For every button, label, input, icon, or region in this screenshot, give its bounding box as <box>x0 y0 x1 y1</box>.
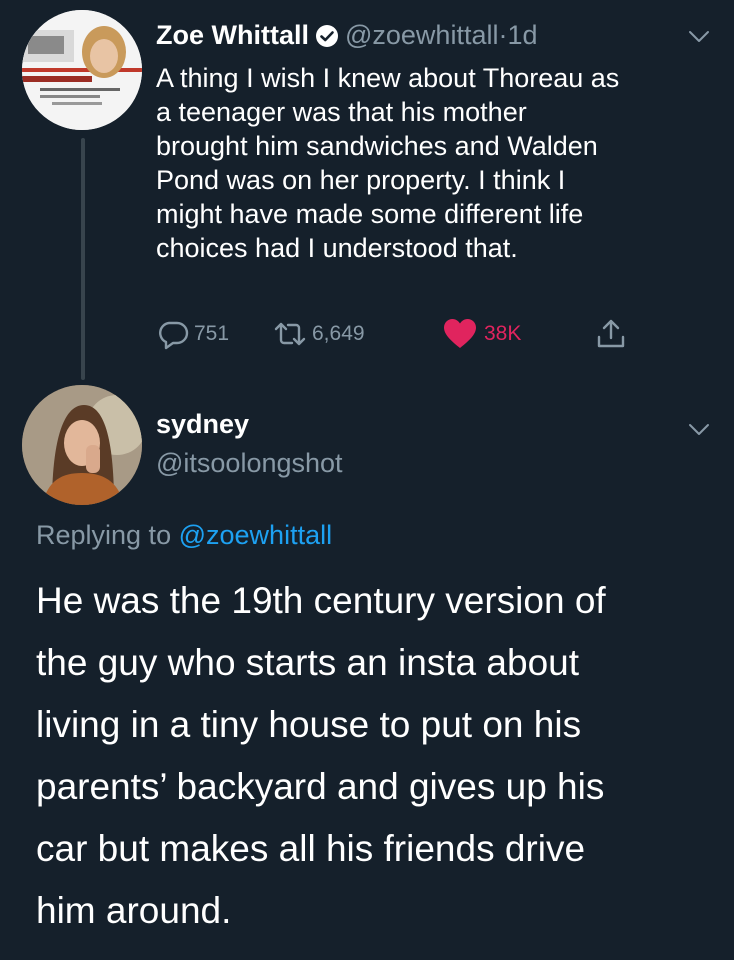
avatar-zoe-whittall[interactable] <box>22 10 142 130</box>
replying-to-handle-link[interactable]: @zoewhittall <box>179 520 332 550</box>
retweet-button[interactable]: 6,649 <box>272 314 365 354</box>
reply-button[interactable]: 751 <box>156 314 229 354</box>
author-name[interactable]: Zoe Whittall <box>156 20 309 50</box>
reply-count: 751 <box>194 322 230 345</box>
author-handle[interactable]: @zoewhittall <box>345 20 498 50</box>
reply-author-handle[interactable]: @itsoolongshot <box>156 446 343 480</box>
like-button[interactable]: 38K <box>442 314 521 354</box>
heart-icon <box>444 319 476 348</box>
verified-badge-icon <box>315 25 338 47</box>
avatar-sydney[interactable] <box>22 385 142 505</box>
replying-to-label: Replying to <box>36 520 172 550</box>
reply-text: He was the 19th century version of the g… <box>36 580 606 931</box>
reply-icon <box>159 321 189 350</box>
avatar-image <box>22 10 142 130</box>
replying-to: Replying to @zoewhittall <box>36 518 332 552</box>
retweet-count: 6,649 <box>312 322 365 345</box>
chevron-down-icon[interactable] <box>688 423 710 437</box>
tweet-header: Zoe Whittall @zoewhittall·1d <box>156 18 538 52</box>
thread-connector-line <box>81 138 85 380</box>
tweet-text: A thing I wish I knew about Thoreau as a… <box>156 63 620 263</box>
timestamp[interactable]: 1d <box>507 20 537 50</box>
retweet-icon <box>274 322 306 346</box>
like-count: 38K <box>484 322 522 345</box>
chevron-down-icon[interactable] <box>688 30 710 44</box>
reply-author-name[interactable]: sydney <box>156 407 249 441</box>
avatar-image <box>22 385 142 505</box>
share-icon <box>597 319 625 348</box>
share-button[interactable] <box>594 314 628 354</box>
